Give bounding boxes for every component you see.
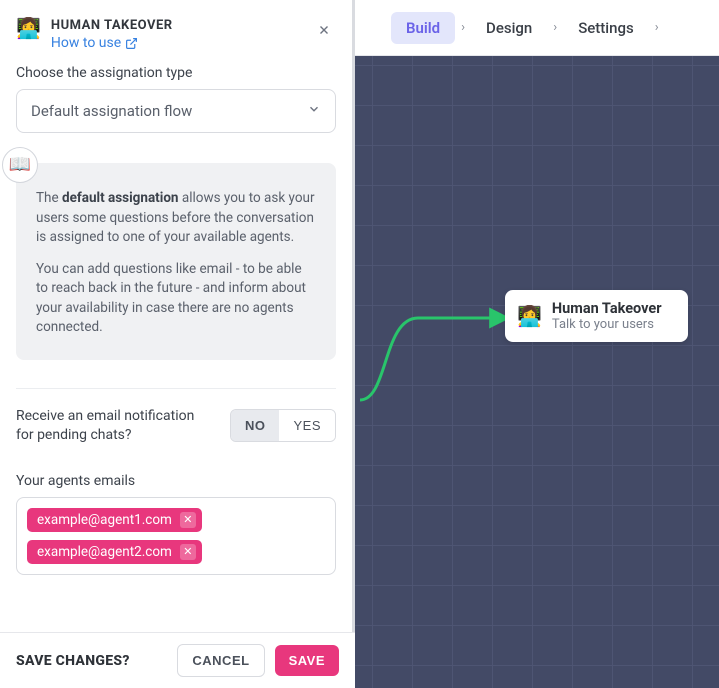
node-subtitle: Talk to your users [552,317,662,332]
person-laptop-icon: 👩‍💻 [16,18,41,38]
footer-title: SAVE CHANGES? [16,653,130,669]
agents-emails-label: Your agents emails [0,445,352,497]
side-panel: 👩‍💻 HUMAN TAKEOVER How to use Choose the… [0,0,355,632]
person-laptop-icon: 👩‍💻 [517,304,542,328]
book-icon: 📖 [2,147,38,183]
agent-email-text: example@agent1.com [37,512,172,528]
assignation-type-select[interactable]: Default assignation flow [16,89,336,133]
agents-emails-input[interactable]: example@agent1.com ✕ example@agent2.com ✕ [16,497,336,575]
assignation-type-label: Choose the assignation type [16,65,336,81]
chevron-down-icon [307,102,321,120]
cancel-button[interactable]: CANCEL [177,644,264,677]
info-card: 📖 The default assignation allows you to … [16,163,336,360]
tab-design[interactable]: Design [471,12,547,44]
notify-label: Receive an email notification for pendin… [16,407,201,445]
agent-email-text: example@agent2.com [37,544,172,560]
assignation-type-value: Default assignation flow [31,102,192,120]
remove-chip-button[interactable]: ✕ [180,512,196,528]
tab-build[interactable]: Build [391,12,455,44]
chevron-right-icon: › [649,20,665,35]
save-button[interactable]: SAVE [275,645,339,676]
panel-title: HUMAN TAKEOVER [51,18,173,33]
chevron-right-icon: › [455,20,471,35]
remove-chip-button[interactable]: ✕ [180,544,196,560]
node-human-takeover[interactable]: 👩‍💻 Human Takeover Talk to your users [505,290,688,342]
node-title: Human Takeover [552,300,662,317]
close-panel-button[interactable] [312,18,336,42]
tab-settings[interactable]: Settings [563,12,649,44]
how-to-use-label: How to use [51,35,121,51]
close-icon [317,23,331,37]
notify-no-button[interactable]: NO [231,410,280,441]
external-link-icon [125,37,138,50]
agent-email-chip: example@agent1.com ✕ [27,508,202,532]
connector-arrow [358,300,518,410]
how-to-use-link[interactable]: How to use [51,35,138,51]
notify-toggle: NO YES [230,409,336,442]
agent-email-chip: example@agent2.com ✕ [27,540,202,564]
notify-yes-button[interactable]: YES [279,410,335,441]
chevron-right-icon: › [547,20,563,35]
footer-bar: SAVE CHANGES? CANCEL SAVE [0,632,355,688]
top-tabs: Build›Design›Settings› [355,0,719,56]
